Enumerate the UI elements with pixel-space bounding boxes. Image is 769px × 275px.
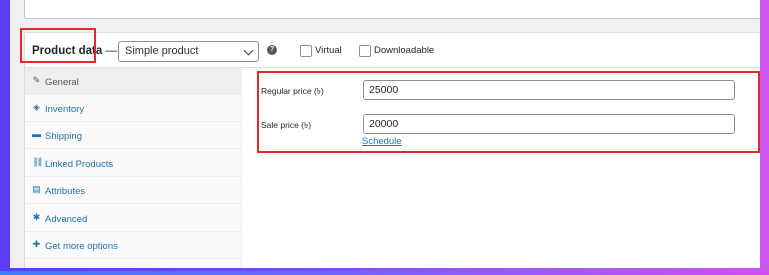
virtual-label: Virtual xyxy=(315,45,342,56)
plugin-icon: ✚ xyxy=(32,239,41,249)
product-data-metabox: Product data — Simple product ? Virtual … xyxy=(20,28,760,268)
help-icon[interactable]: ? xyxy=(267,45,277,55)
tab-attributes[interactable]: ▤ Attributes xyxy=(25,177,241,204)
tab-label: Attributes xyxy=(45,186,86,197)
tab-label: Linked Products xyxy=(45,159,114,170)
schedule-link[interactable]: Schedule xyxy=(362,136,402,147)
metabox-header: Product data — Simple product ? Virtual … xyxy=(20,28,760,68)
wrench-icon: ✎ xyxy=(32,75,41,85)
sale-price-input[interactable]: 20000 xyxy=(363,114,735,134)
regular-price-label: Regular price (৳) xyxy=(261,86,324,96)
tab-inventory[interactable]: ◈ Inventory xyxy=(25,95,241,122)
tag-icon: ◈ xyxy=(33,102,40,112)
tab-label: Advanced xyxy=(45,214,88,225)
product-type-value: Simple product xyxy=(125,45,199,57)
chevron-down-icon xyxy=(243,45,254,56)
downloadable-label: Downloadable xyxy=(374,45,435,56)
tab-general[interactable]: ✎ General xyxy=(25,68,241,95)
sale-price-label: Sale price (৳) xyxy=(261,120,312,130)
regular-price-input[interactable]: 25000 xyxy=(363,80,735,100)
page-area: Product data — Simple product ? Virtual … xyxy=(10,0,760,268)
link-icon: ⛓ xyxy=(32,157,44,167)
downloadable-checkbox[interactable] xyxy=(359,45,371,57)
list-icon: ▤ xyxy=(32,184,41,194)
tab-label: Get more options xyxy=(45,241,118,252)
gear-icon: ✱ xyxy=(32,212,41,222)
virtual-checkbox[interactable] xyxy=(300,45,312,57)
tab-linked-products[interactable]: ⛓ Linked Products xyxy=(25,150,241,177)
tab-label: Shipping xyxy=(45,131,82,142)
title-highlight-box xyxy=(20,28,96,63)
product-type-select[interactable]: Simple product xyxy=(118,41,259,62)
tab-label: Inventory xyxy=(45,104,85,115)
tab-get-more-options[interactable]: ✚ Get more options xyxy=(25,232,241,259)
previous-metabox xyxy=(24,0,760,19)
tab-label: General xyxy=(45,77,79,88)
tab-shipping[interactable]: ▬ Shipping xyxy=(25,122,241,149)
truck-icon: ▬ xyxy=(32,129,41,139)
product-data-tabs: ✎ General ◈ Inventory ▬ Shipping ⛓ Linke… xyxy=(25,68,242,268)
tab-advanced[interactable]: ✱ Advanced xyxy=(25,205,241,232)
